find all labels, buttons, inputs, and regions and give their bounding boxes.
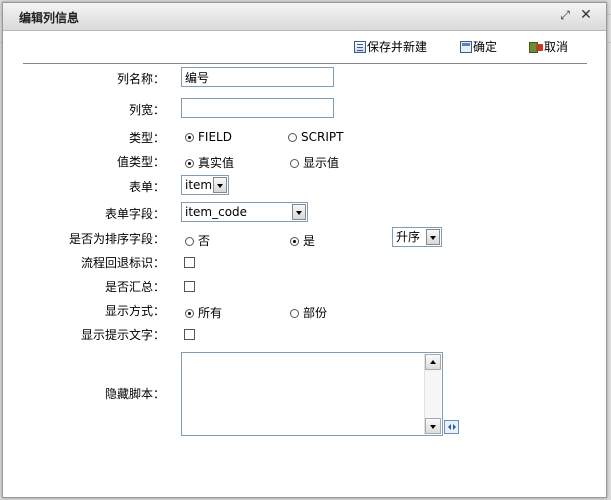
save-and-new-button[interactable]: 保存并新建 (354, 39, 427, 55)
expand-icon[interactable] (444, 420, 459, 434)
flow-back-label: 流程回退标识： (80, 256, 165, 270)
form-field-select[interactable]: item_code (181, 202, 308, 222)
form-label: 表单： (128, 180, 165, 194)
sort-order-value: 升序 (396, 230, 421, 244)
radio-unselected-icon (185, 237, 194, 246)
textarea-scrollbar[interactable] (424, 354, 441, 434)
hidden-script-label: 隐藏脚本： (104, 387, 165, 401)
form-select-value: item (185, 178, 213, 192)
column-name-input[interactable] (181, 67, 334, 87)
display-mode-option-partial: 部份 (303, 306, 328, 320)
sort-field-no-radio[interactable]: 否 (185, 232, 210, 249)
ok-button[interactable]: 确定 (460, 39, 497, 55)
type-option-field: FIELD (198, 130, 232, 144)
form-field-select-value: item_code (185, 205, 248, 219)
chevron-down-icon[interactable] (213, 177, 227, 193)
close-icon[interactable]: ✕ (579, 8, 593, 22)
confirm-icon (460, 41, 472, 53)
toolbar-divider (23, 63, 587, 64)
sort-field-option-yes: 是 (303, 234, 316, 248)
display-mode-all-radio[interactable]: 所有 (185, 304, 222, 321)
chevron-down-icon[interactable] (426, 229, 440, 245)
scrollbar-track[interactable] (425, 370, 441, 418)
sort-order-select[interactable]: 升序 (392, 227, 442, 247)
maximize-icon[interactable]: ⤢ (558, 8, 572, 22)
radio-selected-icon (185, 309, 194, 318)
radio-unselected-icon (290, 309, 299, 318)
radio-selected-icon (185, 133, 194, 142)
dialog-toolbar: 保存并新建 确定 取消 (3, 33, 606, 61)
value-type-label: 值类型： (116, 155, 165, 169)
ok-label: 确定 (473, 40, 498, 54)
type-script-radio[interactable]: SCRIPT (288, 130, 343, 144)
column-width-input[interactable] (181, 98, 334, 118)
type-option-script: SCRIPT (301, 130, 344, 144)
type-field-radio[interactable]: FIELD (185, 130, 232, 144)
radio-selected-icon (185, 159, 194, 168)
flow-back-checkbox[interactable] (184, 257, 195, 268)
value-type-option-display: 显示值 (303, 156, 340, 170)
radio-unselected-icon (290, 159, 299, 168)
value-type-real-radio[interactable]: 真实值 (185, 154, 234, 171)
sort-field-option-no: 否 (198, 234, 211, 248)
show-tip-label: 显示提示文字： (80, 328, 165, 342)
form-select[interactable]: item (181, 175, 229, 195)
show-tip-checkbox[interactable] (184, 329, 195, 340)
radio-unselected-icon (288, 133, 297, 142)
hidden-script-textarea[interactable] (181, 352, 443, 436)
scroll-up-icon[interactable] (425, 354, 441, 370)
radio-selected-icon (290, 237, 299, 246)
value-type-display-radio[interactable]: 显示值 (290, 154, 339, 171)
value-type-option-real: 真实值 (198, 156, 235, 170)
chevron-down-icon[interactable] (292, 204, 306, 220)
display-mode-option-all: 所有 (198, 306, 223, 320)
sort-field-yes-radio[interactable]: 是 (290, 232, 315, 249)
cancel-icon (529, 41, 543, 53)
dialog-titlebar[interactable]: 编辑列信息 ⤢ ✕ (3, 3, 606, 31)
form-field-label: 表单字段： (104, 207, 165, 221)
save-icon (354, 41, 366, 53)
cancel-label: 取消 (544, 40, 569, 54)
column-width-label: 列宽： (128, 103, 165, 117)
display-mode-label: 显示方式： (104, 304, 165, 318)
summary-checkbox[interactable] (184, 281, 195, 292)
type-label: 类型： (128, 131, 165, 145)
dialog-title: 编辑列信息 (19, 11, 80, 25)
column-name-label: 列名称： (116, 72, 165, 86)
edit-column-dialog: 编辑列信息 ⤢ ✕ 保存并新建 确定 取消 列名称： 列宽： 类型： FIELD… (2, 2, 607, 498)
scroll-down-icon[interactable] (425, 418, 441, 434)
summary-label: 是否汇总： (104, 280, 165, 294)
cancel-button[interactable]: 取消 (529, 39, 568, 55)
display-mode-partial-radio[interactable]: 部份 (290, 304, 327, 321)
sort-field-label: 是否为排序字段： (68, 232, 165, 246)
save-and-new-label: 保存并新建 (367, 40, 428, 54)
